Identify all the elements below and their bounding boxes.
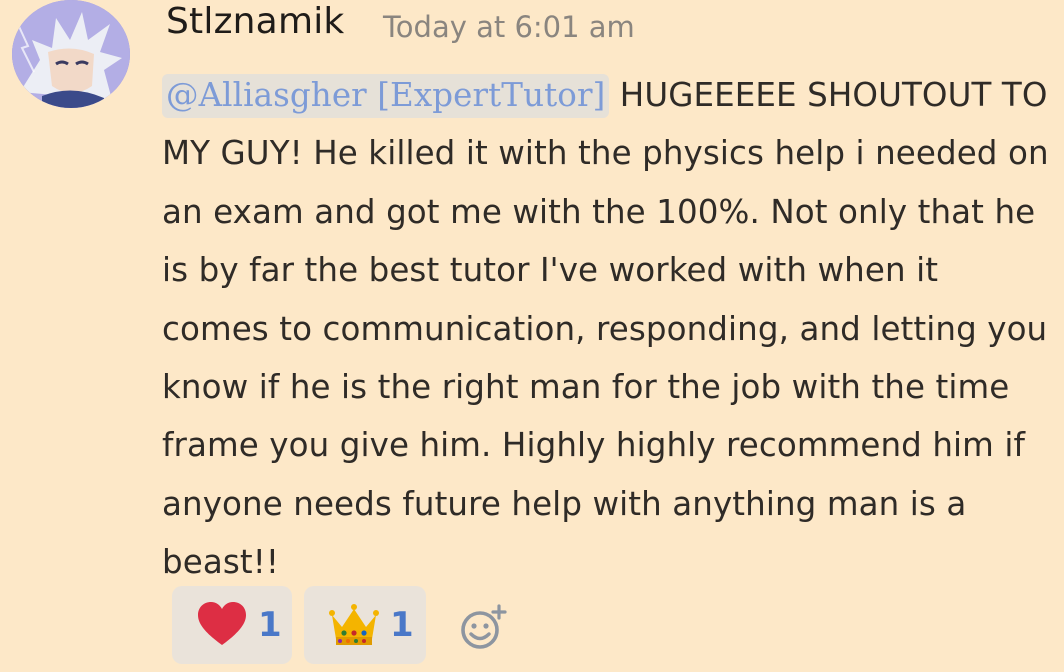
message-text: HUGEEEEE SHOUTOUT TO MY GUY! He killed i…	[162, 76, 1049, 582]
user-mention[interactable]: @Alliasgher [ExpertTutor]	[162, 74, 610, 118]
reaction-count: 1	[390, 605, 414, 645]
reaction-crown-button[interactable]: 1	[304, 586, 426, 664]
heart-icon	[194, 597, 250, 653]
crown-icon	[326, 597, 382, 653]
reaction-heart-button[interactable]: 1	[172, 586, 292, 664]
avatar-image	[12, 0, 130, 108]
add-reaction-icon	[461, 604, 507, 649]
add-reaction-button[interactable]	[458, 602, 510, 652]
message-content: @Alliasgher [ExpertTutor] HUGEEEEE SHOUT…	[162, 66, 1052, 592]
message-timestamp: Today at 6:01 am	[383, 10, 635, 44]
avatar[interactable]	[12, 0, 130, 108]
message-author[interactable]: Stlznamik	[166, 4, 344, 40]
reaction-count: 1	[258, 605, 282, 645]
